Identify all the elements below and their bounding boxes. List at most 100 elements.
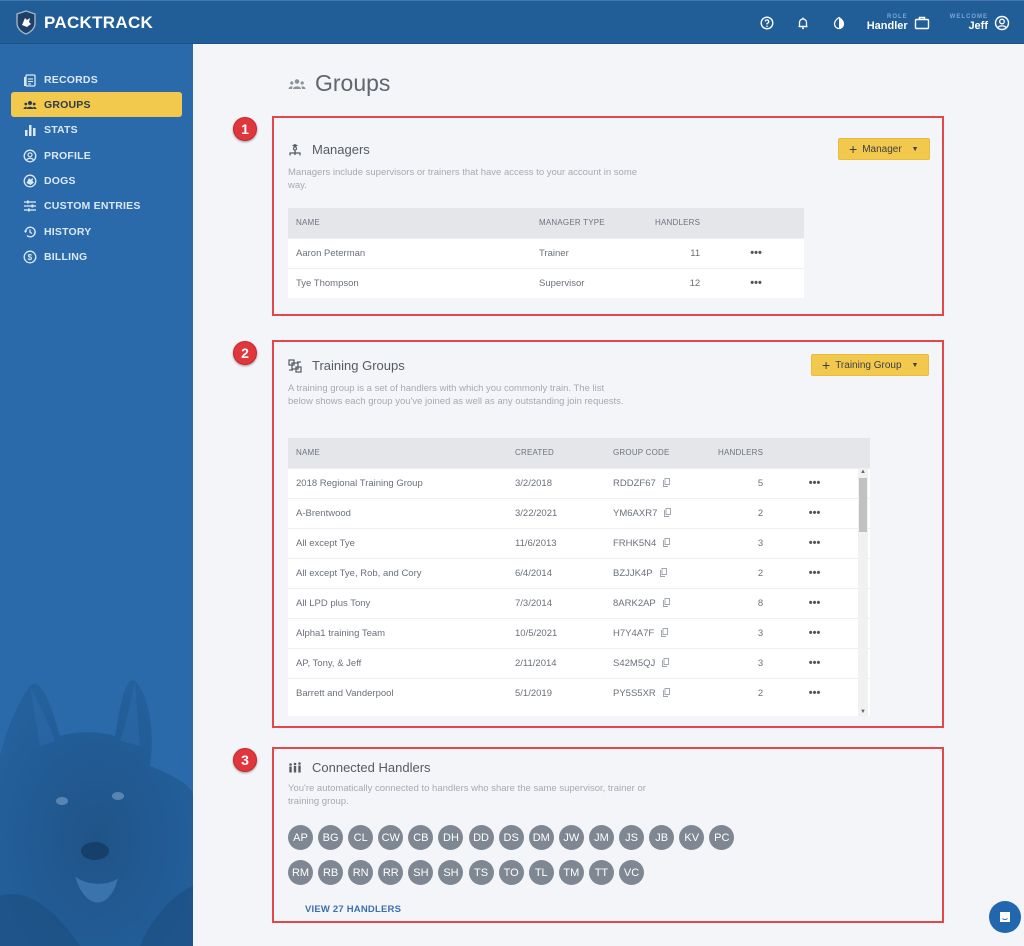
table-row[interactable]: Tye Thompson Supervisor 12 ••• — [288, 268, 804, 298]
handler-avatar[interactable]: JW — [559, 825, 584, 850]
view-all-handlers-link[interactable]: VIEW 27 HANDLERS — [305, 904, 401, 915]
copy-icon[interactable] — [661, 628, 668, 637]
scroll-down-arrow[interactable]: ▼ — [858, 709, 868, 715]
role-selector[interactable]: ROLE Handler — [867, 14, 930, 32]
handler-avatar[interactable]: TM — [559, 860, 584, 885]
table-row[interactable]: 2018 Regional Training Group3/2/2018RDDZ… — [288, 468, 870, 498]
copy-icon[interactable] — [660, 568, 667, 577]
group-created: 11/6/2013 — [507, 528, 605, 558]
column-header-group-code[interactable]: GROUP CODE — [605, 438, 710, 468]
sidebar-item-records[interactable]: RECORDS — [11, 67, 182, 92]
scrollbar-thumb[interactable] — [859, 478, 867, 532]
handler-avatar[interactable]: JS — [619, 825, 644, 850]
handler-avatar[interactable]: CB — [408, 825, 433, 850]
sidebar-item-custom-entries[interactable]: CUSTOM ENTRIES — [11, 194, 182, 219]
handler-avatar[interactable]: DH — [438, 825, 463, 850]
table-row[interactable]: AP, Tony, & Jeff2/11/2014S42M5QJ3••• — [288, 648, 870, 678]
add-manager-button[interactable]: + Manager ▼ — [838, 138, 930, 160]
handler-avatar[interactable]: SH — [438, 860, 463, 885]
scroll-up-arrow[interactable]: ▲ — [858, 469, 868, 475]
column-header-created[interactable]: CREATED — [507, 438, 605, 468]
handler-avatar[interactable]: SH — [408, 860, 433, 885]
handler-avatar[interactable]: KV — [679, 825, 704, 850]
sidebar-item-billing[interactable]: $ BILLING — [11, 245, 182, 270]
column-header-handlers[interactable]: HANDLERS — [647, 208, 708, 238]
copy-icon[interactable] — [663, 538, 670, 547]
more-options-icon[interactable]: ••• — [771, 468, 870, 498]
handler-avatar[interactable]: JB — [649, 825, 674, 850]
connected-handlers-header: Connected Handlers — [288, 760, 431, 775]
handler-avatar[interactable]: VC — [619, 860, 644, 885]
copy-icon[interactable] — [663, 478, 670, 487]
bell-icon[interactable] — [795, 15, 811, 31]
column-header-name[interactable]: NAME — [288, 208, 531, 238]
table-row[interactable]: A-Brentwood3/22/2021YM6AXR72••• — [288, 498, 870, 528]
handler-avatar[interactable]: TO — [499, 860, 524, 885]
column-header-handlers[interactable]: HANDLERS — [710, 438, 771, 468]
column-header-name[interactable]: NAME — [288, 438, 507, 468]
table-row[interactable]: All except Tye11/6/2013FRHK5N43••• — [288, 528, 870, 558]
add-training-group-button[interactable]: + Training Group ▼ — [811, 354, 929, 376]
copy-icon[interactable] — [663, 688, 670, 697]
page-title: Groups — [288, 70, 390, 97]
handler-avatar[interactable]: RR — [378, 860, 403, 885]
more-options-icon[interactable]: ••• — [771, 618, 870, 648]
table-scrollbar[interactable]: ▲ ▼ — [858, 468, 868, 716]
group-code-cell: FRHK5N4 — [605, 528, 710, 558]
table-row[interactable]: All LPD plus Tony7/3/20148ARK2AP8••• — [288, 588, 870, 618]
handler-avatar[interactable]: CL — [348, 825, 373, 850]
copy-icon[interactable] — [664, 508, 671, 517]
group-code-cell: H7Y4A7F — [605, 618, 710, 648]
sidebar-item-profile[interactable]: PROFILE — [11, 143, 182, 168]
handler-avatar[interactable]: CW — [378, 825, 403, 850]
table-row[interactable]: Aaron Peterman Trainer 11 ••• — [288, 238, 804, 268]
more-options-icon[interactable]: ••• — [771, 678, 870, 708]
more-options-icon[interactable]: ••• — [771, 528, 870, 558]
handler-avatar[interactable]: DM — [529, 825, 554, 850]
handler-avatar[interactable]: BG — [318, 825, 343, 850]
contrast-icon[interactable] — [831, 15, 847, 31]
group-code: 8ARK2AP — [613, 598, 656, 609]
more-options-icon[interactable]: ••• — [708, 268, 804, 298]
handler-avatar[interactable]: TL — [529, 860, 554, 885]
handler-avatar[interactable]: RN — [348, 860, 373, 885]
table-row[interactable]: All except Tye, Rob, and Cory6/4/2014BZJ… — [288, 558, 870, 588]
group-code: H7Y4A7F — [613, 628, 654, 639]
column-header-manager-type[interactable]: MANAGER TYPE — [531, 208, 647, 238]
help-circle-icon[interactable] — [759, 15, 775, 31]
group-code: RDDZF67 — [613, 478, 656, 489]
handler-avatar[interactable]: TT — [589, 860, 614, 885]
handler-avatar[interactable]: RB — [318, 860, 343, 885]
handler-avatar[interactable]: PC — [709, 825, 734, 850]
group-code-cell: YM6AXR7 — [605, 498, 710, 528]
handler-avatar[interactable]: TS — [469, 860, 494, 885]
handler-avatar[interactable]: DD — [469, 825, 494, 850]
handler-avatar[interactable]: DS — [499, 825, 524, 850]
copy-icon[interactable] — [662, 658, 669, 667]
chat-launcher-button[interactable] — [989, 901, 1021, 933]
svg-text:$: $ — [28, 253, 33, 262]
handler-avatar-list: APBGCLCWCBDHDDDSDMJWJMJSJBKVPCRMRBRNRRSH… — [288, 825, 758, 895]
more-options-icon[interactable]: ••• — [771, 588, 870, 618]
app-logo[interactable]: PACKTRACK — [16, 10, 153, 35]
group-code-cell: PY5S5XR — [605, 678, 710, 708]
sidebar-item-groups[interactable]: GROUPS — [11, 92, 182, 117]
handler-avatar[interactable]: AP — [288, 825, 313, 850]
more-options-icon[interactable]: ••• — [771, 498, 870, 528]
group-name: A-Brentwood — [288, 498, 507, 528]
manager-name: Tye Thompson — [288, 268, 531, 298]
table-row[interactable]: Barrett and Vanderpool5/1/2019PY5S5XR2••… — [288, 678, 870, 708]
sidebar-item-dogs[interactable]: DOGS — [11, 169, 182, 194]
more-options-icon[interactable]: ••• — [771, 648, 870, 678]
more-options-icon[interactable]: ••• — [771, 558, 870, 588]
copy-icon[interactable] — [663, 598, 670, 607]
handler-avatar[interactable]: JM — [589, 825, 614, 850]
more-options-icon[interactable]: ••• — [708, 238, 804, 268]
table-row[interactable]: Alpha1 training Team10/5/2021H7Y4A7F3••• — [288, 618, 870, 648]
training-groups-title: Training Groups — [312, 358, 405, 373]
sidebar-item-stats[interactable]: STATS — [11, 118, 182, 143]
handler-avatar[interactable]: RM — [288, 860, 313, 885]
group-code-cell: RDDZF67 — [605, 468, 710, 498]
sidebar-item-history[interactable]: HISTORY — [11, 219, 182, 244]
user-menu[interactable]: WELCOME Jeff — [950, 14, 1010, 32]
